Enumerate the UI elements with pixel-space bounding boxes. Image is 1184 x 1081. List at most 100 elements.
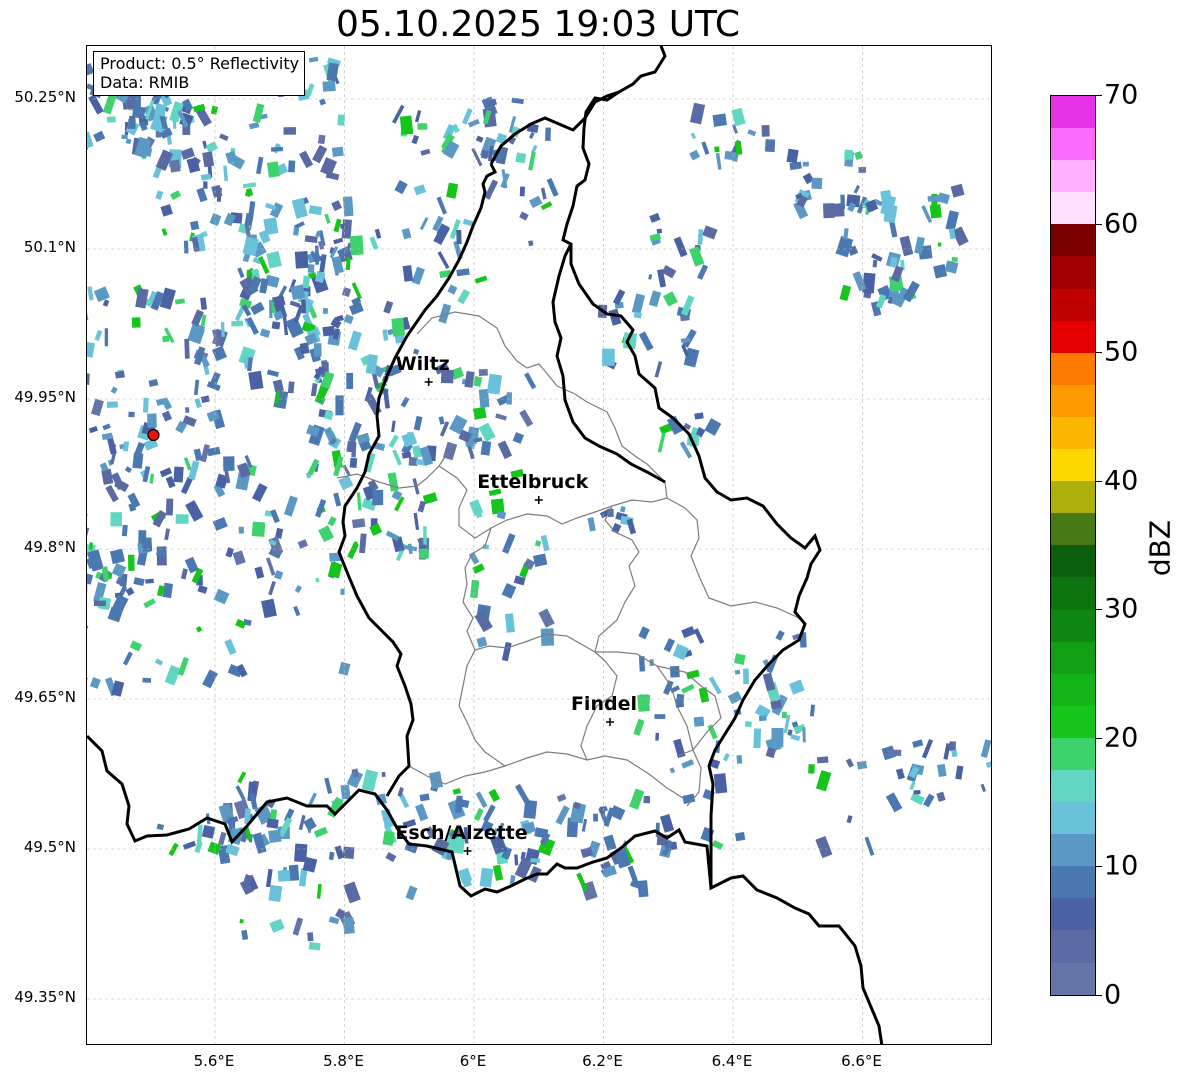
echo-cell — [271, 146, 284, 152]
echo-cell — [786, 148, 799, 164]
echo-cell — [712, 113, 727, 127]
echo-cell — [815, 770, 832, 792]
echo-cell — [540, 187, 547, 200]
lat-tick-label: 50.1°N — [23, 238, 76, 256]
echo-cell — [149, 473, 155, 484]
echo-cell — [361, 769, 379, 792]
echo-cell — [437, 251, 450, 270]
echo-cell — [980, 783, 987, 793]
echo-cell — [663, 291, 678, 307]
lon-tick-label: 6.4°E — [711, 1052, 753, 1070]
echo-cell — [601, 348, 615, 366]
echo-cell — [734, 831, 746, 842]
echo-cell — [638, 626, 650, 640]
echo-cell — [809, 704, 816, 717]
echo-cell — [320, 157, 338, 177]
echo-cell — [545, 127, 551, 141]
echo-cell — [242, 182, 257, 189]
echo-cell — [528, 240, 534, 247]
echo-cell — [888, 749, 902, 757]
echo-cell — [654, 361, 663, 378]
echo-cell — [241, 929, 249, 941]
echo-cell — [319, 98, 327, 106]
echo-cell — [633, 718, 645, 736]
echo-cell — [413, 512, 420, 531]
echo-cell — [626, 518, 637, 535]
colorbar-segment — [1051, 769, 1095, 803]
echo-cell — [456, 229, 462, 245]
echo-cell — [169, 159, 181, 173]
colorbar-segment — [1051, 673, 1095, 706]
echo-cell — [121, 524, 128, 537]
echo-cell — [929, 204, 942, 219]
echo-cell — [727, 690, 743, 705]
echo-cell — [269, 918, 285, 933]
echo-cell — [122, 441, 130, 452]
echo-cell — [251, 483, 268, 503]
echo-cell — [533, 553, 548, 567]
colorbar-tick-label: 20 — [1104, 722, 1139, 754]
echo-cell — [131, 105, 146, 119]
echo-cell — [951, 256, 958, 262]
echo-cell — [111, 472, 125, 491]
echo-cell — [446, 182, 459, 199]
echo-cell — [534, 540, 542, 547]
echo-cell — [261, 598, 277, 619]
echo-cell — [256, 156, 264, 175]
echo-cell — [283, 127, 297, 135]
colorbar-segment — [1051, 352, 1095, 385]
echo-cell — [423, 526, 427, 545]
echo-cell — [637, 694, 650, 712]
echo-cell — [524, 372, 537, 390]
echo-cell — [885, 792, 903, 813]
echo-cell — [654, 714, 666, 719]
echo-cell — [124, 466, 132, 474]
echo-cell — [514, 854, 519, 866]
echo-cell — [811, 177, 823, 190]
echo-cell — [114, 370, 125, 379]
echo-cell — [843, 228, 849, 240]
echo-cell — [474, 275, 488, 284]
echo-cell — [170, 190, 182, 200]
echo-cell — [515, 152, 527, 164]
echo-cell — [669, 665, 680, 678]
echo-cell — [252, 103, 265, 123]
echo-cell — [340, 784, 351, 800]
echo-cell — [519, 186, 526, 197]
echo-cell — [500, 172, 510, 189]
echo-cell — [949, 741, 956, 751]
echo-cell — [266, 251, 282, 269]
echo-cell — [419, 216, 429, 231]
echo-cell — [758, 715, 767, 722]
colorbar-tick-mark — [1096, 737, 1102, 739]
colorbar-tick-label: 0 — [1104, 979, 1122, 1011]
echo-cell — [690, 132, 697, 140]
echo-cell — [689, 149, 701, 161]
echo-cell — [322, 80, 336, 92]
echo-cell — [268, 581, 276, 596]
echo-cell — [472, 406, 487, 420]
echo-cell — [308, 792, 317, 807]
echo-cell — [341, 219, 352, 239]
data-source-label: Data: RMIB — [100, 73, 190, 92]
echo-cell — [391, 420, 396, 433]
echo-cell — [211, 184, 223, 198]
lat-tick-label: 49.8°N — [23, 538, 76, 556]
echo-cell — [142, 397, 149, 413]
echo-cell — [419, 793, 430, 802]
echo-cell — [351, 282, 362, 300]
echo-cell — [223, 456, 235, 471]
echo-cell — [478, 368, 488, 377]
echo-cell — [411, 266, 425, 285]
echo-cell — [162, 582, 174, 599]
echo-cell — [495, 413, 507, 421]
echo-cell — [316, 883, 322, 899]
echo-cell — [209, 213, 222, 227]
echo-cell — [324, 213, 331, 224]
echo-cell — [789, 679, 805, 695]
echo-cell — [619, 506, 626, 513]
echo-cell — [401, 227, 412, 240]
echo-cell — [764, 139, 776, 153]
radar-map[interactable] — [86, 45, 992, 1045]
echo-cell — [180, 568, 188, 580]
